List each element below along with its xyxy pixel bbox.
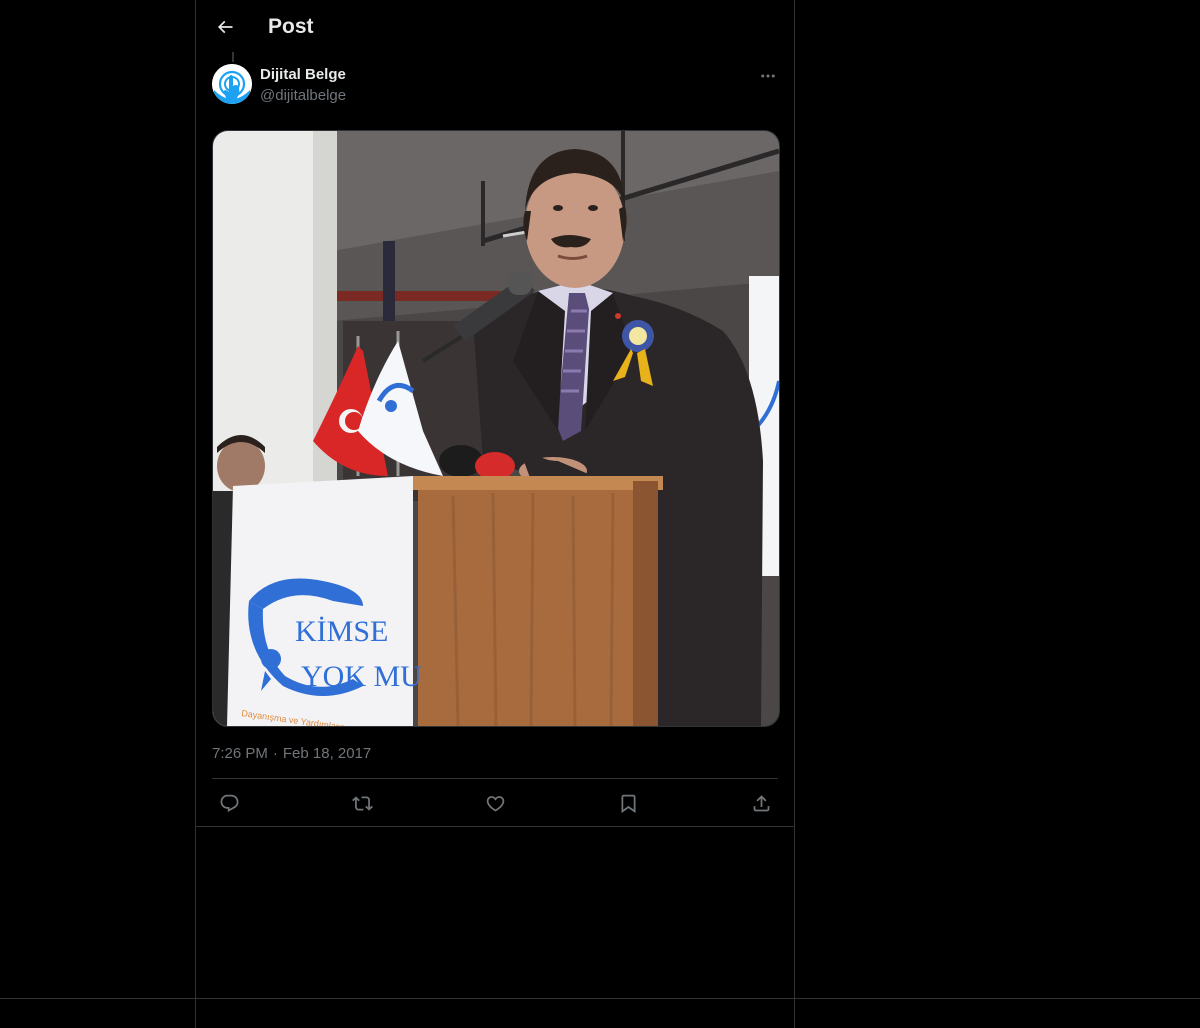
avatar[interactable] xyxy=(212,64,252,104)
banner-text-line1: KİMSE xyxy=(295,615,388,648)
bookmark-button[interactable] xyxy=(611,786,645,820)
post-date[interactable]: Feb 18, 2017 xyxy=(283,745,371,762)
photo-scene: KİMSE YOK MU Dayanışma ve Yardımlaşma De… xyxy=(213,131,779,726)
main-column: Post Dijital Belge @dijitalbelge KİMSE Y… xyxy=(195,0,795,1028)
post-timestamp: 7:26 PM · Feb 18, 2017 xyxy=(212,744,371,764)
share-icon xyxy=(753,794,769,811)
author-handle[interactable]: @dijitalbelge xyxy=(260,86,346,106)
retweet-icon xyxy=(351,795,373,811)
reply-button[interactable] xyxy=(212,786,246,820)
banner-text-line2: YOK MU xyxy=(301,660,422,693)
post-time[interactable]: 7:26 PM xyxy=(212,745,268,762)
like-icon xyxy=(486,795,504,812)
back-button[interactable] xyxy=(208,10,242,44)
post-photo[interactable]: KİMSE YOK MU Dayanışma ve Yardımlaşma De… xyxy=(212,130,780,727)
more-options-button[interactable] xyxy=(756,64,780,88)
page-title: Post xyxy=(268,15,314,38)
page-bottom-border xyxy=(0,998,1200,999)
like-button[interactable] xyxy=(478,786,512,820)
author-name[interactable]: Dijital Belge xyxy=(260,65,346,85)
share-button[interactable] xyxy=(744,786,778,820)
retweet-button[interactable] xyxy=(345,786,379,820)
arrow-left-icon xyxy=(217,20,233,34)
bookmark-icon xyxy=(621,794,635,813)
divider xyxy=(212,778,778,779)
page-header: Post xyxy=(196,0,794,54)
ellipsis-icon xyxy=(761,74,775,78)
action-bar xyxy=(212,786,778,820)
tap-hand-logo xyxy=(212,64,252,104)
thread-connector xyxy=(232,52,234,62)
meta-separator: · xyxy=(272,745,278,762)
reply-icon xyxy=(220,794,238,812)
post-bottom-divider xyxy=(196,826,794,827)
